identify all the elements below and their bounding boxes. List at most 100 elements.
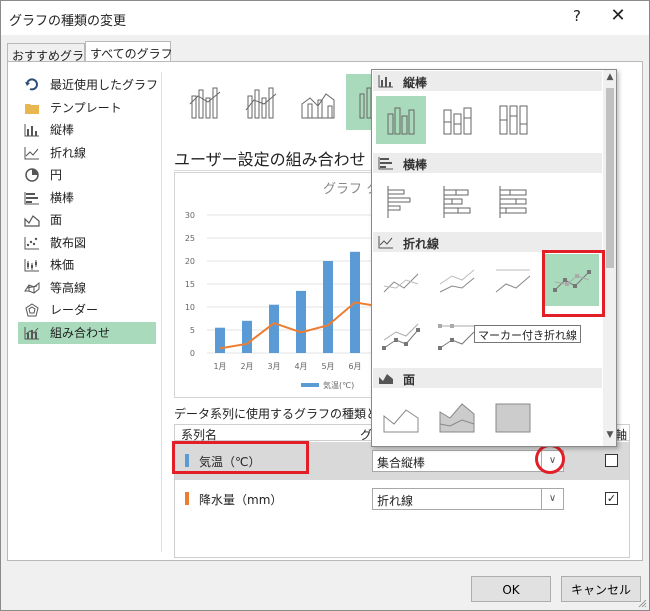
bar (215, 327, 225, 353)
chart-type-bar[interactable]: 横棒 (18, 187, 156, 210)
stacked-line-icon (439, 269, 475, 293)
chart-type-recent[interactable]: 最近使用したグラフ (18, 74, 159, 97)
clustered-bar-option[interactable] (376, 178, 426, 226)
scatter-chart-icon (24, 236, 39, 249)
dropdown-value: 折れ線 (377, 494, 414, 508)
chart-type-list: 最近使用したグラフ テンプレート 縦棒 折れ線 円 横棒 面 散布図 株価 等高… (18, 74, 159, 344)
y-tick-label: 25 (185, 234, 195, 243)
chart-type-label: 等高線 (50, 280, 87, 295)
close-button[interactable]: ✕ (606, 5, 630, 29)
combo-subtype-3-icon[interactable] (290, 74, 346, 130)
pie-chart-icon (25, 168, 39, 182)
radar-chart-icon (25, 303, 39, 317)
100-stacked-area-option[interactable] (488, 394, 538, 442)
popup-category-label: 折れ線 (403, 237, 440, 251)
combo-subtype-1-icon[interactable] (178, 74, 234, 130)
bar (323, 261, 333, 353)
stacked-column-option[interactable] (432, 96, 482, 144)
chart-type-label: 株価 (50, 258, 75, 272)
resize-grip-icon[interactable] (637, 598, 647, 608)
chevron-down-icon[interactable]: ∨ (541, 489, 563, 509)
series-row-precipitation[interactable]: 降水量（mm） 折れ線 ∨ ✓ (175, 480, 629, 518)
x-tick-label: 1月 (213, 362, 226, 371)
stock-chart-icon (24, 259, 39, 272)
100-stacked-bar-icon (499, 186, 527, 218)
cancel-button[interactable]: キャンセル (561, 576, 641, 602)
secondary-axis-checkbox-precipitation[interactable]: ✓ (605, 492, 618, 505)
stacked-column-icon (443, 107, 472, 135)
chart-type-column[interactable]: 縦棒 (18, 119, 156, 142)
tab-all-charts[interactable]: すべてのグラフ (85, 41, 173, 62)
chart-type-dropdown-precipitation[interactable]: 折れ線 ∨ (372, 488, 564, 510)
stacked-area-option[interactable] (432, 394, 482, 442)
chart-type-scatter[interactable]: 散布図 (18, 232, 156, 255)
scroll-down-icon[interactable]: ▼ (603, 430, 616, 444)
chart-type-line[interactable]: 折れ線 (18, 142, 156, 165)
dialog-title: グラフの種類の変更 (9, 14, 127, 29)
chart-type-label: テンプレート (50, 100, 122, 115)
stacked-line-markers-icon (382, 323, 420, 350)
popup-category-label: 横棒 (403, 158, 428, 172)
series-color-swatch (185, 454, 189, 467)
chart-type-dropdown-temperature[interactable]: 集合縦棒 ∨ (372, 450, 564, 472)
x-tick-label: 4月 (294, 362, 307, 371)
ok-button[interactable]: OK (471, 576, 551, 602)
dropdown-value: 集合縦棒 (377, 456, 426, 470)
series-name: 降水量（mm） (199, 493, 283, 507)
tooltip: マーカー付き折れ線 (474, 325, 581, 343)
bar (242, 320, 252, 353)
chart-type-templates[interactable]: テンプレート (18, 97, 156, 120)
chart-type-label: レーダー (50, 303, 99, 317)
chart-type-radar[interactable]: レーダー (18, 299, 156, 322)
stacked-bar-icon (443, 186, 471, 218)
stacked-bar-option[interactable] (432, 178, 482, 226)
change-chart-type-dialog: グラフの種類の変更 ? ✕ おすすめグラフ すべてのグラフ 最近使用したグラフ … (0, 0, 650, 611)
chart-preview: グラフ タ 0 5 10 15 20 25 30 1月 2月 3月 4月 5月 6月 気温(℃) (174, 172, 382, 398)
chart-type-label: 散布図 (50, 235, 87, 250)
chart-type-combo[interactable]: 組み合わせ (18, 321, 156, 344)
y-tick-label: 5 (190, 326, 195, 335)
x-tick-label: 2月 (240, 362, 253, 371)
line-with-markers-icon (553, 270, 591, 292)
chart-type-label: 縦棒 (50, 123, 75, 137)
chart-type-stock[interactable]: 株価 (18, 254, 156, 277)
chart-type-surface[interactable]: 等高線 (18, 277, 156, 300)
line-chart-icon (378, 236, 393, 249)
y-tick-label: 20 (185, 257, 195, 266)
scroll-up-icon[interactable]: ▲ (603, 72, 616, 86)
line-with-markers-option[interactable] (545, 254, 599, 306)
chart-type-popup: 縦棒 横棒 折れ線 面 ▲ ▼ (371, 69, 617, 447)
area-option[interactable] (376, 394, 426, 442)
line-option[interactable] (376, 258, 426, 306)
area-chart-icon (379, 374, 393, 384)
column-chart-icon (24, 124, 39, 137)
chart-type-pie[interactable]: 円 (18, 164, 156, 187)
series-name: 気温（℃） (199, 455, 261, 469)
chart-type-label: 最近使用したグラフ (50, 78, 159, 92)
tab-recommended[interactable]: おすすめグラフ (7, 43, 96, 63)
combo-subtype-2-icon[interactable] (234, 74, 290, 130)
secondary-axis-checkbox-temperature[interactable] (605, 454, 618, 467)
100-stacked-bar-option[interactable] (488, 178, 538, 226)
popup-category-column: 縦棒 (373, 71, 602, 91)
panel-divider (161, 72, 162, 552)
100-stacked-column-option[interactable] (488, 96, 538, 144)
100-stacked-line-icon (495, 269, 531, 293)
series-row-temperature[interactable]: 気温（℃） 集合縦棒 ∨ (175, 442, 629, 480)
100-stacked-line-option[interactable] (488, 258, 538, 306)
y-tick-label: 15 (185, 280, 195, 289)
chart-type-area[interactable]: 面 (18, 209, 156, 232)
help-button[interactable]: ? (567, 7, 587, 27)
folder-icon (25, 103, 39, 114)
scrollbar-thumb[interactable] (606, 88, 614, 268)
combo-chart-icon (24, 326, 39, 339)
popup-scrollbar[interactable]: ▲ ▼ (603, 70, 616, 446)
clustered-column-option[interactable] (376, 96, 426, 144)
stacked-line-markers-option[interactable] (376, 314, 426, 362)
title-bar: グラフの種類の変更 ? ✕ (1, 1, 649, 35)
recent-icon (25, 78, 38, 91)
chart-type-label: 横棒 (50, 190, 75, 205)
x-tick-label: 3月 (267, 362, 280, 371)
stacked-line-option[interactable] (432, 258, 482, 306)
chevron-down-icon[interactable]: ∨ (541, 451, 563, 471)
